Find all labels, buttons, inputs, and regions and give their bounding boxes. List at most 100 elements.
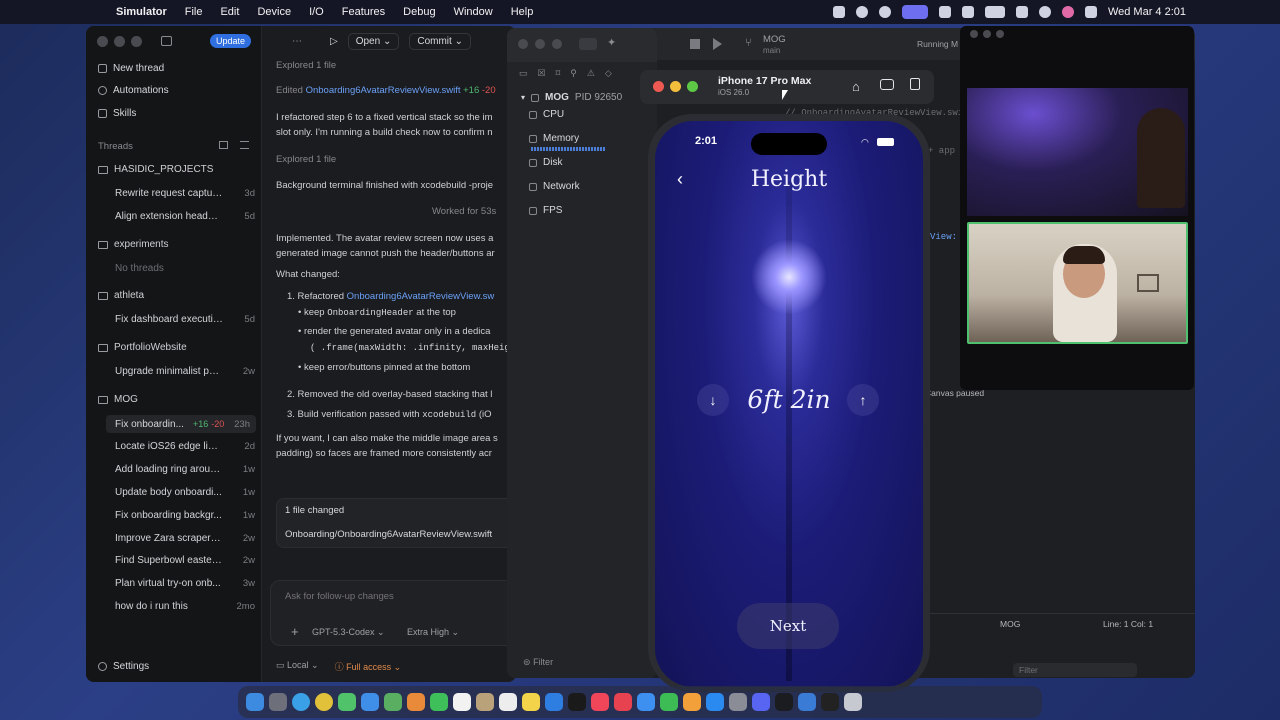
facetime-icon[interactable] xyxy=(430,693,448,711)
xcode-icon[interactable] xyxy=(637,693,655,711)
simulator-icon[interactable] xyxy=(798,693,816,711)
messages-icon[interactable] xyxy=(338,693,356,711)
open-button[interactable]: Open ⌄ xyxy=(347,32,400,50)
folder-tab-icon[interactable]: ▭ xyxy=(519,68,528,79)
minimize-button[interactable] xyxy=(114,36,125,47)
tv-icon[interactable] xyxy=(568,693,586,711)
spotlight-icon[interactable] xyxy=(1038,6,1051,18)
reminders-icon[interactable] xyxy=(499,693,517,711)
thread-item[interactable]: Add loading ring aroun... 1w xyxy=(115,464,255,475)
codex-icon[interactable] xyxy=(775,693,793,711)
close-button[interactable] xyxy=(653,81,664,92)
menu-debug[interactable]: Debug xyxy=(403,6,435,18)
pages-icon[interactable] xyxy=(683,693,701,711)
chrome-icon[interactable] xyxy=(315,693,333,711)
warning-tab-icon[interactable]: ⚠ xyxy=(587,68,595,79)
status-scheme[interactable]: MOG xyxy=(1000,619,1020,629)
thread-item[interactable]: Upgrade minimalist por... 2w xyxy=(115,366,255,377)
thread-item[interactable]: Fix onboarding backgr... 1w xyxy=(115,510,255,521)
screenshot-icon[interactable] xyxy=(880,79,894,90)
add-folder-icon[interactable] xyxy=(219,141,228,149)
screen-share-icon[interactable] xyxy=(901,5,928,19)
folder-experiments[interactable]: experiments xyxy=(98,239,168,250)
settings-icon[interactable] xyxy=(729,693,747,711)
finder-icon[interactable] xyxy=(246,693,264,711)
rotate-icon[interactable] xyxy=(910,78,920,90)
thread-item[interactable]: Align extension header... 5d xyxy=(115,211,255,222)
environment-selector[interactable]: ▭ Local ⌄ xyxy=(276,660,319,673)
next-button[interactable]: Next xyxy=(737,603,839,649)
menu-device[interactable]: Device xyxy=(257,6,291,18)
folder-mog[interactable]: MOG xyxy=(98,394,138,405)
menu-window[interactable]: Window xyxy=(454,6,493,18)
calendar-icon[interactable] xyxy=(453,693,471,711)
sparkle-icon[interactable]: ✦ xyxy=(607,36,616,49)
numbers-icon[interactable] xyxy=(660,693,678,711)
minimize-button[interactable] xyxy=(670,81,681,92)
menu-help[interactable]: Help xyxy=(511,6,534,18)
gauge-disk[interactable]: Disk xyxy=(529,157,562,168)
photos-icon[interactable] xyxy=(407,693,425,711)
wifi-icon[interactable] xyxy=(1015,6,1028,18)
discord-icon[interactable] xyxy=(752,693,770,711)
battery-icon[interactable] xyxy=(984,6,1005,18)
menu-io[interactable]: I/O xyxy=(309,6,324,18)
file-link[interactable]: Onboarding6AvatarReviewView.sw xyxy=(347,291,495,302)
zoom-dot[interactable] xyxy=(996,30,1004,38)
changed-files-card[interactable]: 1 file changed Onboarding/Onboarding6Ava… xyxy=(276,498,516,548)
run-icon[interactable] xyxy=(713,38,722,50)
dot-status-icon[interactable] xyxy=(878,6,891,18)
menu-features[interactable]: Features xyxy=(342,6,385,18)
sync-status-icon[interactable] xyxy=(855,6,868,18)
trash-icon[interactable] xyxy=(844,693,862,711)
app-store-icon[interactable] xyxy=(706,693,724,711)
add-attachment-icon[interactable]: + xyxy=(291,624,299,639)
update-button[interactable]: Update xyxy=(210,34,252,48)
changed-file-path[interactable]: Onboarding/Onboarding6AvatarReviewView.s… xyxy=(285,529,492,540)
thread-item[interactable]: Fix dashboard executio... 5d xyxy=(115,314,255,325)
notes-icon[interactable] xyxy=(522,693,540,711)
zoom-button[interactable] xyxy=(552,39,562,49)
gauge-network[interactable]: Network xyxy=(529,181,580,192)
menu-edit[interactable]: Edit xyxy=(220,6,239,18)
close-dot[interactable] xyxy=(970,30,978,38)
gauge-memory[interactable]: Memory xyxy=(529,133,579,144)
increase-arrow-icon[interactable]: ↑ xyxy=(847,384,879,416)
navigator-filter[interactable]: ⊜ Filter xyxy=(517,654,647,670)
x-tab-icon[interactable]: ☒ xyxy=(538,68,546,79)
bolt-status-icon[interactable] xyxy=(938,6,951,18)
folder-hasidic-projects[interactable]: HASIDIC_PROJECTS xyxy=(98,164,213,175)
thread-item[interactable]: Find Superbowl easter ... 2w xyxy=(115,555,255,566)
gauge-fps[interactable]: FPS xyxy=(529,205,562,216)
thread-item[interactable]: Rewrite request captur... 3d xyxy=(115,188,255,199)
fork-status-icon[interactable] xyxy=(961,6,974,18)
freeform-icon[interactable] xyxy=(545,693,563,711)
automations-item[interactable]: Automations xyxy=(98,85,169,96)
model-selector[interactable]: GPT-5.3-Codex ⌄ xyxy=(312,627,385,638)
thread-item[interactable]: Update body onboardi... 1w xyxy=(115,487,255,498)
folder-athleta[interactable]: athleta xyxy=(98,290,144,301)
process-row[interactable]: ▾ MOG PID 92650 xyxy=(521,92,622,103)
folder-portfolio-website[interactable]: PortfolioWebsite xyxy=(98,342,187,353)
list-icon[interactable] xyxy=(579,38,597,50)
siri-icon[interactable] xyxy=(1061,6,1074,18)
menu-app-name[interactable]: Simulator xyxy=(116,6,167,18)
skills-item[interactable]: Skills xyxy=(98,108,136,119)
launchpad-icon[interactable] xyxy=(269,693,287,711)
gauge-cpu[interactable]: CPU xyxy=(529,109,564,120)
run-action-icon[interactable]: ▷ xyxy=(330,36,338,47)
mail-icon[interactable] xyxy=(361,693,379,711)
box-status-icon[interactable] xyxy=(832,6,845,18)
scheme-name[interactable]: MOG xyxy=(763,34,786,45)
filter-icon[interactable] xyxy=(240,141,249,149)
maps-icon[interactable] xyxy=(384,693,402,711)
zoom-button[interactable] xyxy=(131,36,142,47)
sidebar-toggle-icon[interactable] xyxy=(161,36,172,46)
stop-icon[interactable] xyxy=(690,39,700,49)
new-thread-item[interactable]: New thread xyxy=(98,63,164,74)
minimize-button[interactable] xyxy=(535,39,545,49)
commit-button[interactable]: Commit ⌄ xyxy=(409,32,471,50)
xcode-filter-field[interactable]: Filter xyxy=(1013,663,1137,677)
close-button[interactable] xyxy=(518,39,528,49)
home-icon[interactable]: ⌂ xyxy=(852,79,860,94)
